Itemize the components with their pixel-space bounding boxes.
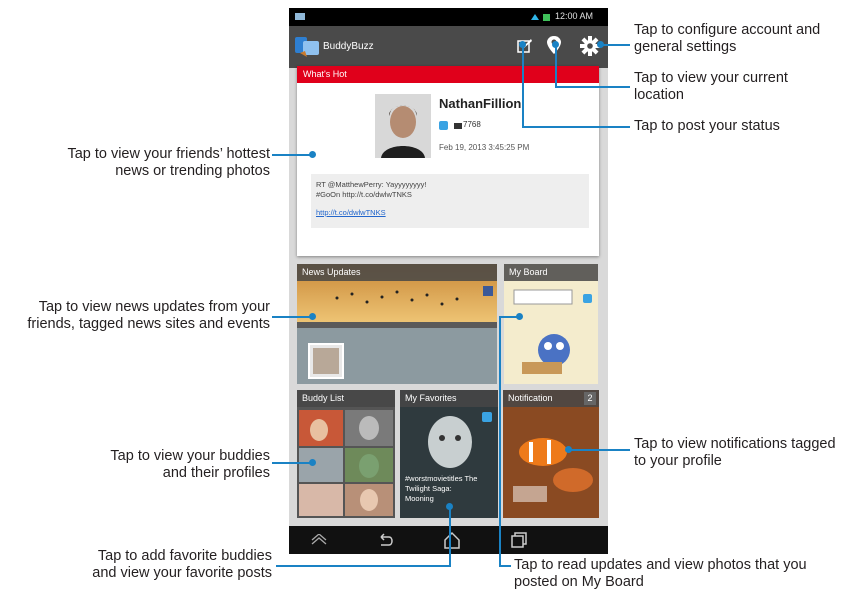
annotation-notification-line1: Tap to view notifications tagged — [634, 436, 836, 452]
annotation-notification: Tap to view notifications tagged to your… — [634, 436, 836, 470]
annotation-whats-hot-line2: news or trending photos — [115, 163, 270, 179]
buddy-photos — [299, 410, 393, 516]
leader-dot-settings — [597, 41, 604, 48]
favorite-caption-line2: Twilight Saga: — [405, 484, 452, 493]
leader-line-post-v — [522, 44, 524, 126]
tablet-screen: 12:00 AM BuddyBuzz What's Hot NathanFill… — [289, 8, 608, 554]
leader-dot-buddies — [309, 459, 316, 466]
whats-hot-header: What's Hot — [297, 66, 599, 83]
status-time: 12:00 AM — [555, 11, 594, 21]
post-body[interactable]: RT @MatthewPerry: Yayyyyyyyy! #GoOn http… — [311, 174, 589, 228]
annotation-buddies-line1: Tap to view your buddies — [110, 448, 270, 464]
annotation-my-board-line1: Tap to read updates and view photos that… — [514, 557, 807, 573]
leader-line-news — [272, 316, 312, 318]
buddy-list-header: Buddy List — [297, 390, 395, 407]
followers-icon — [454, 123, 462, 129]
annotation-location: Tap to view your current location — [634, 70, 788, 104]
annotation-whats-hot: Tap to view your friends’ hottest news o… — [10, 146, 270, 180]
my-board-photo — [504, 264, 598, 384]
app-title: BuddyBuzz — [323, 41, 374, 52]
favorite-caption-line1: #worstmovietitles The — [405, 474, 478, 483]
annotation-settings: Tap to configure account and general set… — [634, 22, 820, 56]
whats-hot-card[interactable]: What's Hot NathanFillion 7768 Feb 19, 20… — [297, 66, 599, 256]
my-board-header: My Board — [504, 264, 598, 281]
post-link[interactable]: http://t.co/dwlwTNKS — [316, 208, 386, 217]
battery-icon — [543, 14, 550, 21]
annotation-news-line1: Tap to view news updates from your — [38, 299, 270, 315]
home-icon[interactable] — [443, 531, 461, 549]
annotation-favorites-line2: and view your favorite posts — [92, 565, 272, 581]
annotation-favorites-line1: Tap to add favorite buddies — [97, 548, 272, 564]
leader-line-post-h — [522, 126, 630, 128]
leader-line-my-board-h — [499, 316, 519, 318]
annotation-whats-hot-line1: Tap to view your friends’ hottest — [67, 146, 270, 162]
status-bar: 12:00 AM — [289, 8, 608, 26]
notification-badge: 2 — [584, 392, 596, 405]
whats-hot-label: What's Hot — [303, 69, 347, 79]
post-text-1: RT @MatthewPerry: Yayyyyyyyy! — [316, 180, 427, 189]
annotation-buddies: Tap to view your buddies and their profi… — [10, 448, 270, 482]
leader-dot-post — [519, 41, 526, 48]
favorite-caption: #worstmovietitles The Twilight Saga: Moo… — [405, 474, 477, 504]
my-favorites-tile[interactable]: My Favorites #worstmovietitles The Twili… — [400, 390, 498, 518]
annotation-news-line2: friends, tagged news sites and events — [27, 316, 270, 332]
news-updates-header: News Updates — [297, 264, 497, 281]
leader-dot-news — [309, 313, 316, 320]
recent-apps-icon[interactable] — [511, 532, 527, 548]
leader-line-favorites-h — [276, 565, 451, 567]
my-favorites-header: My Favorites — [400, 390, 498, 407]
annotation-my-board-line2: posted on My Board — [514, 574, 644, 590]
annotation-favorites: Tap to add favorite buddies and view you… — [12, 548, 272, 582]
post-text-2: #GoOn http://t.co/dwlwTNKS — [316, 190, 412, 199]
annotation-settings-line2: general settings — [634, 39, 737, 55]
news-updates-tile[interactable]: News Updates — [297, 264, 497, 384]
post-timestamp: Feb 19, 2013 3:45:25 PM — [439, 143, 530, 152]
user-name[interactable]: NathanFillion — [439, 96, 521, 111]
leader-line-favorites-v — [449, 506, 451, 565]
back-icon[interactable] — [377, 533, 393, 547]
leader-line-location-h — [555, 86, 630, 88]
app-logo-icon[interactable] — [295, 35, 319, 57]
twitter-icon — [439, 121, 448, 130]
action-bar: BuddyBuzz — [289, 26, 608, 68]
annotation-news-updates: Tap to view news updates from your frien… — [0, 299, 270, 333]
leader-line-settings — [600, 44, 630, 46]
buddy-list-tile[interactable]: Buddy List — [297, 390, 395, 518]
facebook-icon — [483, 286, 493, 296]
leader-line-location-v — [555, 44, 557, 86]
annotation-my-board: Tap to read updates and view photos that… — [514, 557, 807, 591]
twitter-icon — [482, 412, 492, 422]
avatar[interactable] — [375, 94, 431, 158]
follower-count: 7768 — [463, 120, 481, 129]
leader-line-whats-hot — [272, 154, 312, 156]
favorite-caption-line3: Mooning — [405, 494, 434, 503]
leader-line-my-board-v — [499, 316, 501, 566]
leader-line-notification — [569, 449, 630, 451]
notification-icon — [295, 13, 305, 20]
content-area: What's Hot NathanFillion 7768 Feb 19, 20… — [289, 66, 608, 526]
notification-tile[interactable]: Notification 2 — [503, 390, 599, 518]
leader-dot-whats-hot — [309, 151, 316, 158]
notification-photo — [503, 390, 599, 518]
twitter-icon — [583, 294, 592, 303]
annotation-settings-line1: Tap to configure account and — [634, 22, 821, 38]
annotation-location-line2: location — [634, 87, 684, 103]
annotation-buddies-line2: and their profiles — [162, 465, 270, 481]
leader-line-my-board-h2 — [499, 565, 511, 567]
leader-line-buddies — [272, 462, 312, 464]
annotation-location-line1: Tap to view your current — [634, 70, 788, 86]
annotation-post-status: Tap to post your status — [634, 118, 780, 134]
news-photo — [297, 264, 497, 384]
leader-dot-location — [552, 41, 559, 48]
collapse-icon[interactable] — [311, 534, 327, 546]
annotation-notification-line2: to your profile — [634, 453, 722, 469]
my-board-tile[interactable]: My Board — [504, 264, 598, 384]
wifi-icon — [531, 14, 539, 20]
